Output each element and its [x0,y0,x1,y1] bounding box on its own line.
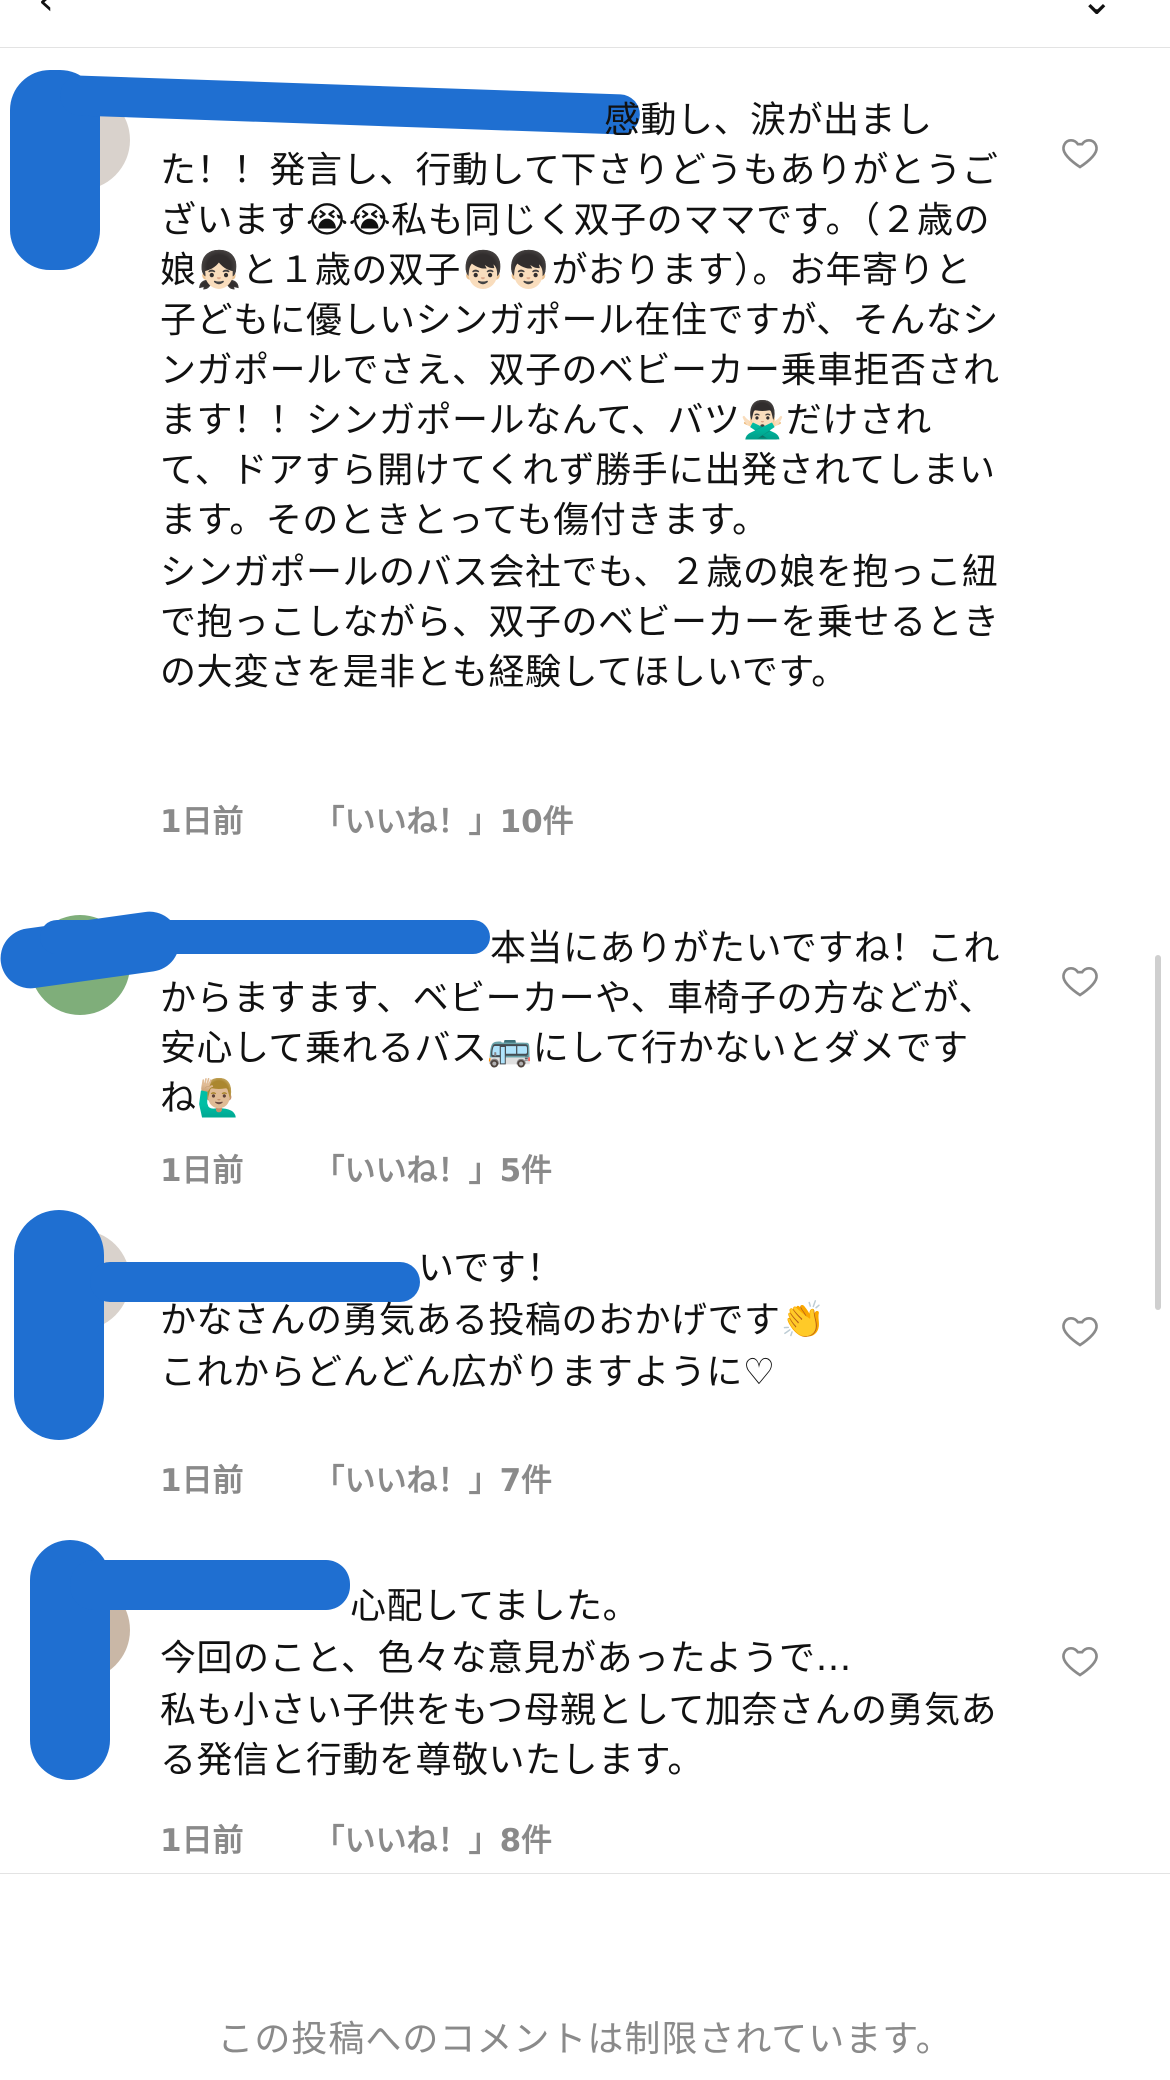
comment-text: 本当にありがたいですね！これからますます、ベビーカーや、車椅子の方などが、安心し… [160,924,1000,1126]
comment-paragraph: いです！ [418,1248,563,1289]
comment-meta: 1日前 「いいね！」7件 [160,1455,552,1500]
comment-meta: 1日前 「いいね！」10件 [160,796,574,841]
likes-count[interactable]: 「いいね！」5件 [314,1145,553,1190]
comment-paragraph: 感動し、涙が出ました！！発言し、行動して下さりどうもありがとうございます😭😭私も… [160,100,1000,541]
comment-paragraph: かなさんの勇気ある投稿のおかげです👏 [160,1300,826,1341]
top-divider [0,47,1170,48]
comment-text: いです！ かなさんの勇気ある投稿のおかげです👏 これからどんどん広がりますように… [160,1244,1000,1400]
comment-paragraph: 今回のこと、色々な意見があったようで… [160,1638,853,1679]
comment-paragraph: 心配してました。 [350,1586,640,1627]
like-heart-icon[interactable] [1060,132,1100,172]
likes-count[interactable]: 「いいね！」7件 [314,1455,553,1500]
comment-meta: 1日前 「いいね！」5件 [160,1145,552,1190]
comment-paragraph: 本当にありがたいですね！これからますます、ベビーカーや、車椅子の方などが、安心し… [160,928,1000,1119]
timestamp: 1日前 [160,1823,244,1859]
timestamp: 1日前 [160,1463,244,1499]
back-icon[interactable]: ‹ [38,0,54,24]
redaction-mark [14,1210,104,1440]
timestamp: 1日前 [160,804,244,840]
comment-text: 感動し、涙が出ました！！発言し、行動して下さりどうもありがとうございます😭😭私も… [160,96,1000,700]
comment-meta: 1日前 「いいね！」8件 [160,1815,552,1860]
menu-chevron-icon[interactable]: ⌄ [1080,0,1114,24]
footer-divider [0,1873,1170,1874]
like-heart-icon[interactable] [1060,960,1100,1000]
scrollbar[interactable] [1155,955,1161,1310]
comment-text: 心配してました。 今回のこと、色々な意見があったようで… 私も小さい子供をもつ母… [160,1582,1000,1788]
comment-paragraph: これからどんどん広がりますように♡ [160,1352,776,1393]
timestamp: 1日前 [160,1153,244,1189]
comment-paragraph: シンガポールのバス会社でも、２歳の娘を抱っこ紐で抱っこしながら、双子のベビーカー… [160,552,1000,693]
likes-count[interactable]: 「いいね！」10件 [314,796,574,841]
like-heart-icon[interactable] [1060,1310,1100,1350]
comments-restricted-notice: この投稿へのコメントは制限されています。 [217,2019,953,2060]
comment-paragraph: 私も小さい子供をもつ母親として加奈さんの勇気ある発信と行動を尊敬いたします。 [160,1690,997,1781]
likes-count[interactable]: 「いいね！」8件 [314,1815,553,1860]
like-heart-icon[interactable] [1060,1640,1100,1680]
top-bar: ‹ ⌄ [0,0,1170,48]
